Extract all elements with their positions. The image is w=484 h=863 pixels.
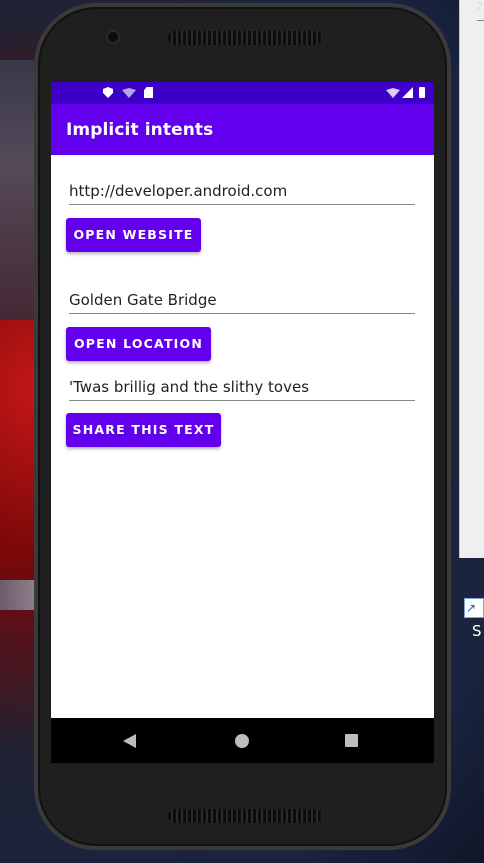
wifi-icon	[122, 88, 136, 98]
desktop-window-minimize-icon[interactable]	[477, 20, 484, 21]
website-url-input[interactable]: http://developer.android.com	[69, 179, 415, 205]
status-bar	[51, 82, 434, 104]
home-icon[interactable]	[235, 734, 249, 748]
bottom-speaker-grille	[168, 809, 322, 823]
wifi-signal-icon	[386, 88, 400, 98]
battery-icon	[419, 87, 425, 98]
desktop-corner-text: 2	[476, 0, 483, 13]
cell-signal-icon	[402, 87, 413, 98]
open-location-button[interactable]: OPEN LOCATION	[66, 327, 211, 361]
desktop-shortcut-icon[interactable]: ↗	[464, 598, 484, 618]
share-text-input[interactable]: 'Twas brillig and the slithy toves	[69, 375, 415, 401]
open-website-button[interactable]: OPEN WEBSITE	[66, 218, 201, 252]
desktop-shortcut-label[interactable]: S	[472, 622, 482, 640]
device-screen: Implicit intents http://developer.androi…	[51, 82, 434, 763]
share-text-value: 'Twas brillig and the slithy toves	[69, 378, 310, 396]
location-input[interactable]: Golden Gate Bridge	[69, 288, 415, 314]
shortcut-arrow-icon: ↗	[466, 601, 477, 615]
app-bar: Implicit intents	[51, 104, 434, 155]
back-icon[interactable]	[123, 734, 136, 748]
shield-icon	[103, 87, 113, 98]
app-title: Implicit intents	[66, 120, 214, 140]
top-speaker-grille	[168, 31, 322, 45]
front-camera	[108, 32, 118, 42]
location-value: Golden Gate Bridge	[69, 291, 217, 309]
navigation-bar	[51, 718, 434, 763]
website-url-value: http://developer.android.com	[69, 182, 288, 200]
desktop-background-window[interactable]	[459, 0, 484, 558]
share-text-button[interactable]: SHARE THIS TEXT	[66, 413, 221, 447]
recents-icon[interactable]	[345, 734, 358, 747]
sd-card-icon	[144, 87, 153, 98]
